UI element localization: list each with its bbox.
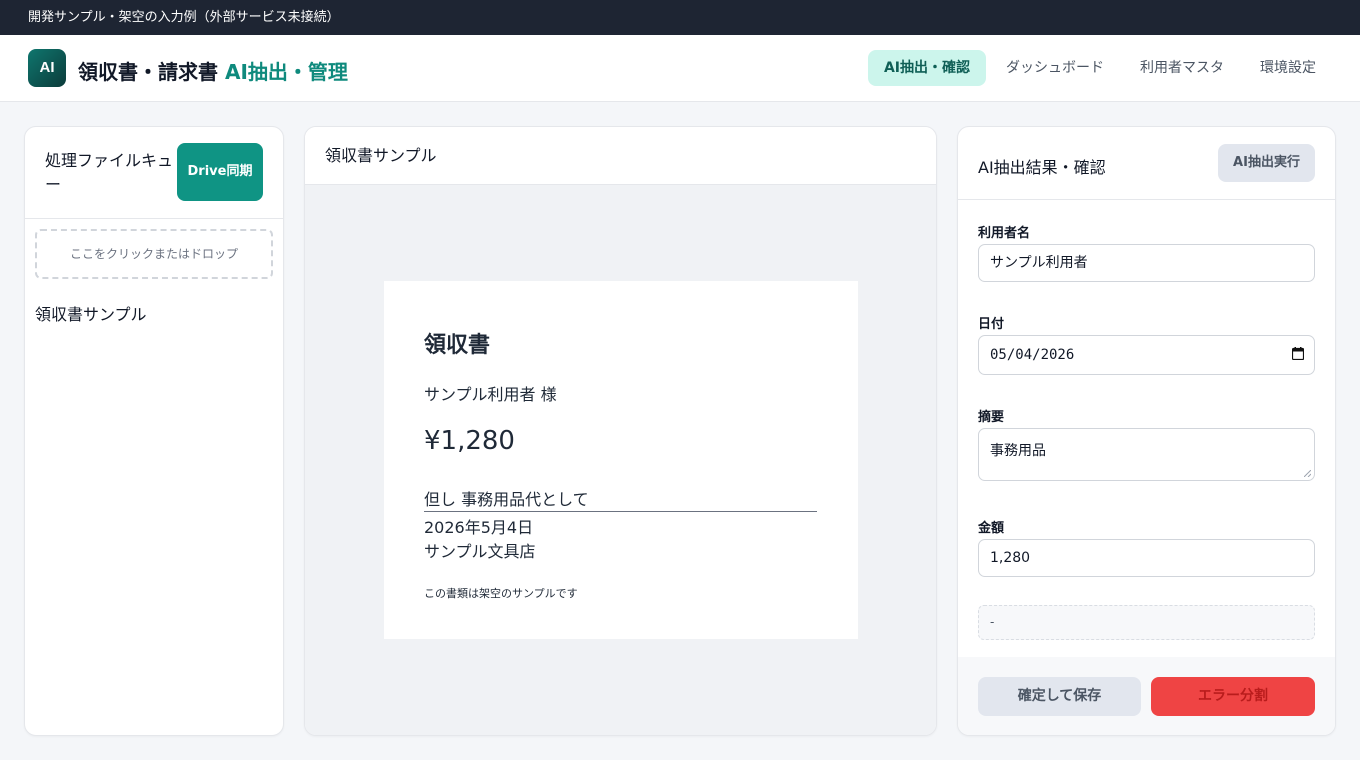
- file-queue-panel: 処理ファイルキュー Drive同期 ここをクリックまたはドロップ 領収書サンプル: [24, 126, 284, 736]
- preview-area: 領収書 サンプル利用者 様 ¥1,280 但し 事務用品代として 2026年5月…: [305, 185, 936, 735]
- amount-label: 金額: [978, 521, 1005, 536]
- confirm-save-button[interactable]: 確定して保存: [978, 677, 1141, 716]
- receipt-amount: ¥1,280: [424, 426, 515, 456]
- document-preview-panel: 領収書サンプル 領収書 サンプル利用者 様 ¥1,280 但し 事務用品代として…: [304, 126, 937, 736]
- receipt-document: 領収書 サンプル利用者 様 ¥1,280 但し 事務用品代として 2026年5月…: [384, 281, 858, 639]
- nav-tab-ai-extract[interactable]: AI抽出・確認: [867, 50, 986, 86]
- amount-input[interactable]: 1,280: [978, 539, 1315, 577]
- app-title-main: 領収書・請求書: [78, 60, 225, 84]
- date-value: 05/04/2026: [990, 347, 1075, 363]
- preview-title: 領収書サンプル: [305, 127, 936, 185]
- app-title: 領収書・請求書 AI抽出・管理: [78, 56, 348, 85]
- summary-value: 事務用品: [990, 443, 1046, 459]
- error-split-button[interactable]: エラー分割: [1151, 677, 1315, 716]
- receipt-recipient: サンプル利用者 様: [424, 385, 557, 404]
- dev-sample-banner: 開発サンプル・架空の入力例（外部サービス未接続）: [0, 0, 1360, 35]
- extraction-actions: 確定して保存 エラー分割: [958, 657, 1335, 735]
- main-nav: AI抽出・確認 ダッシュボード 利用者マスタ 環境設定: [867, 50, 1332, 86]
- user-name-label: 利用者名: [978, 226, 1031, 241]
- file-queue-title: 処理ファイルキュー: [45, 151, 174, 194]
- drive-sync-button[interactable]: Drive同期: [177, 143, 263, 201]
- date-label: 日付: [978, 317, 1005, 332]
- calendar-icon[interactable]: [1292, 347, 1304, 360]
- extraction-title: AI抽出結果・確認: [978, 158, 1106, 177]
- app-header: AI 領収書・請求書 AI抽出・管理 AI抽出・確認 ダッシュボード 利用者マス…: [0, 35, 1360, 102]
- receipt-issuer: サンプル文具店: [424, 542, 536, 561]
- receipt-note: この書類は架空のサンプルです: [424, 587, 578, 600]
- extraction-header: AI抽出結果・確認 AI抽出実行: [958, 127, 1335, 200]
- file-queue-header: 処理ファイルキュー Drive同期: [25, 127, 283, 219]
- receipt-heading: 領収書: [424, 333, 491, 358]
- nav-tab-settings[interactable]: 環境設定: [1244, 50, 1332, 86]
- extraction-panel: AI抽出結果・確認 AI抽出実行 利用者名 サンプル利用者 日付 05/04/2…: [957, 126, 1336, 736]
- resize-handle-icon[interactable]: [1304, 470, 1311, 477]
- extraction-status: -: [978, 605, 1315, 640]
- file-list-item[interactable]: 領収書サンプル: [35, 301, 147, 325]
- user-name-input[interactable]: サンプル利用者: [978, 244, 1315, 282]
- date-input[interactable]: 05/04/2026: [978, 335, 1315, 375]
- summary-textarea[interactable]: 事務用品: [978, 428, 1315, 481]
- run-extraction-button[interactable]: AI抽出実行: [1218, 144, 1315, 182]
- app-logo: AI: [28, 49, 66, 87]
- app-title-accent: AI抽出・管理: [224, 60, 348, 84]
- receipt-description: 但し 事務用品代として: [424, 486, 817, 512]
- nav-tab-dashboard[interactable]: ダッシュボード: [990, 50, 1120, 86]
- nav-tab-user-master[interactable]: 利用者マスタ: [1124, 50, 1240, 86]
- receipt-date: 2026年5月4日: [424, 518, 534, 537]
- file-dropzone[interactable]: ここをクリックまたはドロップ: [35, 229, 273, 279]
- summary-label: 摘要: [978, 410, 1005, 425]
